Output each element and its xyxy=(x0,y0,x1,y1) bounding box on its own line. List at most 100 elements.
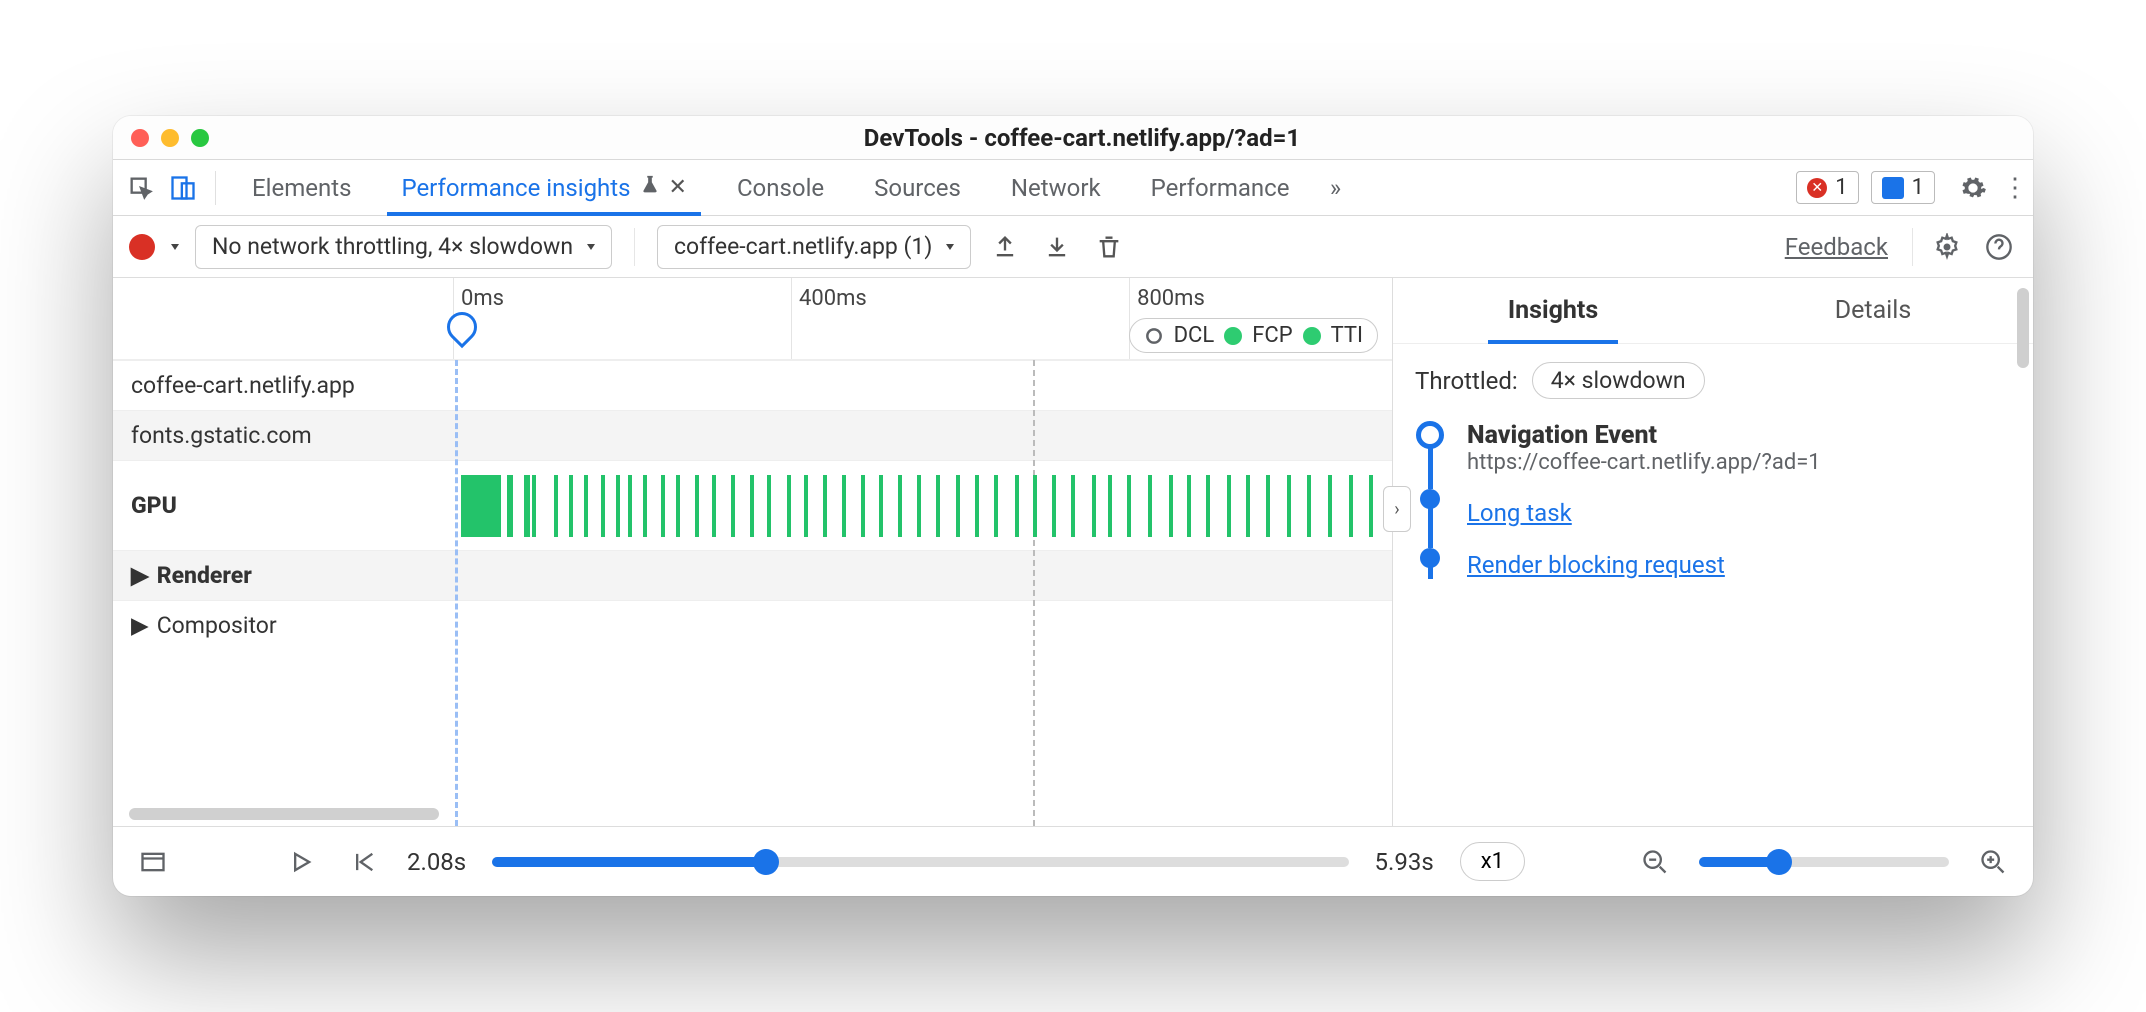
delete-icon[interactable] xyxy=(1091,229,1127,265)
gpu-task-bar[interactable] xyxy=(1369,475,1373,537)
tab-insights[interactable]: Insights xyxy=(1393,278,1713,343)
network-track-row[interactable]: coffee-cart.netlify.app xyxy=(113,360,1392,410)
more-tabs-icon[interactable]: » xyxy=(1317,170,1353,206)
close-icon[interactable] xyxy=(131,129,149,147)
minimize-icon[interactable] xyxy=(161,129,179,147)
tab-network[interactable]: Network xyxy=(989,160,1123,215)
gpu-task-bar[interactable] xyxy=(1052,475,1056,537)
gpu-task-bar[interactable] xyxy=(1187,475,1191,537)
collapse-sidebar-button[interactable]: › xyxy=(1383,486,1411,532)
gpu-task-bar[interactable] xyxy=(1071,475,1075,537)
gpu-task-bar[interactable] xyxy=(823,475,827,537)
gpu-task-bar[interactable] xyxy=(917,475,921,537)
gpu-task-bar[interactable] xyxy=(661,475,665,537)
gpu-task-bar[interactable] xyxy=(842,475,846,537)
close-tab-icon[interactable]: ✕ xyxy=(669,175,687,200)
gpu-task-bar[interactable] xyxy=(994,475,998,537)
gpu-task-bar[interactable] xyxy=(787,475,791,537)
gpu-task-bar[interactable] xyxy=(495,475,501,537)
gpu-task-bar[interactable] xyxy=(1148,475,1152,537)
gpu-task-bar[interactable] xyxy=(628,475,632,537)
gpu-task-bar[interactable] xyxy=(1108,475,1112,537)
gpu-task-bar[interactable] xyxy=(898,475,902,537)
gpu-task-bar[interactable] xyxy=(1227,475,1231,537)
tab-console[interactable]: Console xyxy=(715,160,846,215)
gpu-task-bar[interactable] xyxy=(1307,475,1311,537)
device-toggle-icon[interactable] xyxy=(165,170,201,206)
gpu-task-bar[interactable] xyxy=(695,475,699,537)
throttled-value-pill[interactable]: 4× slowdown xyxy=(1532,362,1705,399)
vertical-scrollbar[interactable] xyxy=(2017,288,2029,368)
import-icon[interactable] xyxy=(1039,229,1075,265)
gpu-task-bar[interactable] xyxy=(1206,475,1210,537)
play-icon[interactable] xyxy=(283,844,319,880)
export-icon[interactable] xyxy=(987,229,1023,265)
tab-details[interactable]: Details xyxy=(1713,278,2033,343)
zoom-slider[interactable] xyxy=(1699,857,1949,867)
gpu-task-bar[interactable] xyxy=(1015,475,1019,537)
gpu-track-row[interactable]: GPU xyxy=(113,460,1392,550)
gpu-task-bar[interactable] xyxy=(1127,475,1131,537)
zoom-in-icon[interactable] xyxy=(1975,844,2011,880)
skip-back-icon[interactable] xyxy=(345,844,381,880)
compositor-track-row[interactable]: ▶Compositor xyxy=(113,600,1392,650)
tab-performance[interactable]: Performance xyxy=(1129,160,1312,215)
throttling-select[interactable]: No network throttling, 4× slowdown xyxy=(195,225,612,269)
tab-sources[interactable]: Sources xyxy=(852,160,983,215)
gpu-task-bar[interactable] xyxy=(975,475,979,537)
gpu-task-bar[interactable] xyxy=(879,475,883,537)
gpu-task-bar[interactable] xyxy=(554,475,558,537)
gpu-task-bar[interactable] xyxy=(601,475,605,537)
network-track-row[interactable]: fonts.gstatic.com xyxy=(113,410,1392,460)
expand-icon[interactable]: ▶ xyxy=(131,562,149,589)
panel-settings-icon[interactable] xyxy=(1929,229,1965,265)
renderer-track-row[interactable]: ▶Renderer xyxy=(113,550,1392,600)
record-menu-icon[interactable] xyxy=(171,244,179,250)
gpu-task-bar[interactable] xyxy=(1266,475,1270,537)
gpu-task-bar[interactable] xyxy=(750,475,754,537)
gpu-task-bar[interactable] xyxy=(861,475,865,537)
preview-icon[interactable] xyxy=(135,844,171,880)
settings-icon[interactable] xyxy=(1955,170,1991,206)
record-button[interactable] xyxy=(129,234,155,260)
nav-event-item[interactable]: Navigation Event https://coffee-cart.net… xyxy=(1467,421,2011,475)
expand-icon[interactable]: ▶ xyxy=(131,612,149,639)
playback-speed-button[interactable]: x1 xyxy=(1460,842,1525,881)
gpu-task-bar[interactable] xyxy=(532,475,536,537)
gpu-task-bar[interactable] xyxy=(956,475,960,537)
kebab-menu-icon[interactable]: ⋮ xyxy=(1997,170,2033,206)
feedback-link[interactable]: Feedback xyxy=(1785,233,1888,261)
gpu-task-bar[interactable] xyxy=(1246,475,1250,537)
gpu-task-bar[interactable] xyxy=(507,475,513,537)
gpu-task-bar[interactable] xyxy=(643,475,647,537)
issues-badge[interactable]: 1 xyxy=(1871,171,1935,204)
gpu-task-bar[interactable] xyxy=(1092,475,1096,537)
gpu-task-bar[interactable] xyxy=(524,475,530,537)
gpu-task-bar[interactable] xyxy=(712,475,716,537)
gpu-task-bar[interactable] xyxy=(1349,475,1353,537)
long-task-link[interactable]: Long task xyxy=(1467,499,1572,527)
help-icon[interactable] xyxy=(1981,229,2017,265)
render-blocking-link[interactable]: Render blocking request xyxy=(1467,551,1725,579)
tab-elements[interactable]: Elements xyxy=(230,160,373,215)
timeline-ruler[interactable]: 0ms400ms800ms DCL FCP TTI xyxy=(113,278,1392,360)
gpu-task-bar[interactable] xyxy=(616,475,620,537)
gpu-task-bar[interactable] xyxy=(936,475,940,537)
gpu-task-bar[interactable] xyxy=(1169,475,1173,537)
scrub-slider[interactable] xyxy=(492,857,1348,867)
recording-select[interactable]: coffee-cart.netlify.app (1) xyxy=(657,225,971,269)
horizontal-scrollbar[interactable] xyxy=(129,808,439,820)
gpu-task-bar[interactable] xyxy=(731,475,735,537)
gpu-task-bar[interactable] xyxy=(1033,475,1037,537)
gpu-task-bar[interactable] xyxy=(569,475,573,537)
gpu-task-bar[interactable] xyxy=(584,475,588,537)
gpu-task-bar[interactable] xyxy=(489,475,495,537)
errors-badge[interactable]: ✕ 1 xyxy=(1796,171,1858,204)
maximize-icon[interactable] xyxy=(191,129,209,147)
zoom-out-icon[interactable] xyxy=(1637,844,1673,880)
gpu-task-bar[interactable] xyxy=(767,475,771,537)
gpu-task-bar[interactable] xyxy=(1287,475,1291,537)
tab-performance-insights[interactable]: Performance insights ✕ xyxy=(379,160,708,215)
inspect-icon[interactable] xyxy=(123,170,159,206)
gpu-task-bar[interactable] xyxy=(804,475,808,537)
